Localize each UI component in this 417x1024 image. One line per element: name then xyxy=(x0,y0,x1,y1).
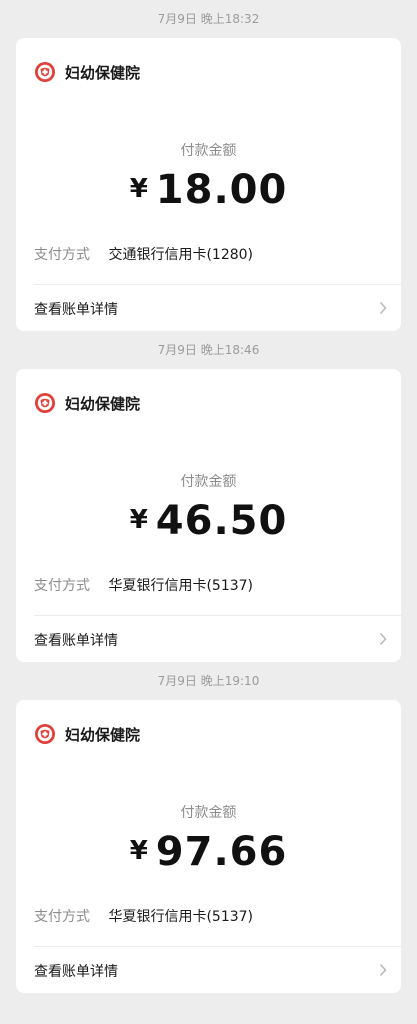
merchant-name: 妇幼保健院 xyxy=(65,725,141,744)
view-bill-details-link[interactable]: 查看账单详情 xyxy=(16,947,401,993)
payment-method-value: 华夏银行信用卡(5137) xyxy=(108,578,254,594)
amount-value: 46.50 xyxy=(155,498,288,544)
chevron-right-icon xyxy=(379,963,387,977)
merchant-name: 妇幼保健院 xyxy=(65,63,141,82)
payment-method-row: 支付方式 交通银行信用卡(1280) xyxy=(34,244,253,264)
hospital-logo-icon xyxy=(35,724,55,744)
hospital-logo-icon xyxy=(35,393,55,413)
payment-method-value: 交通银行信用卡(1280) xyxy=(108,247,254,263)
chevron-right-icon xyxy=(379,632,387,646)
amount-value: 97.66 xyxy=(155,829,288,875)
payment-method-value: 华夏银行信用卡(5137) xyxy=(108,909,254,925)
amount-label: 付款金额 xyxy=(180,474,237,490)
payment-method-row: 支付方式 华夏银行信用卡(5137) xyxy=(34,575,253,595)
payment-method-label: 支付方式 xyxy=(34,909,90,925)
view-bill-details-label: 查看账单详情 xyxy=(34,633,118,649)
merchant-header: 妇幼保健院 xyxy=(34,61,140,83)
currency-symbol: ¥ xyxy=(129,836,148,866)
message-timestamp: 7月9日 晚上19:10 xyxy=(157,674,260,688)
merchant-header: 妇幼保健院 xyxy=(34,392,140,414)
view-bill-details-link[interactable]: 查看账单详情 xyxy=(16,616,401,662)
amount-label: 付款金额 xyxy=(180,805,237,821)
amount-value: 18.00 xyxy=(155,167,288,213)
message-timestamp: 7月9日 晚上18:46 xyxy=(157,343,260,357)
merchant-header: 妇幼保健院 xyxy=(34,723,140,745)
view-bill-details-link[interactable]: 查看账单详情 xyxy=(16,285,401,331)
payment-method-label: 支付方式 xyxy=(34,578,90,594)
view-bill-details-label: 查看账单详情 xyxy=(34,964,118,980)
payment-amount: ¥18.00 xyxy=(16,167,401,213)
payment-amount: ¥46.50 xyxy=(16,498,401,544)
payment-card[interactable]: 妇幼保健院 付款金额 ¥46.50 支付方式 华夏银行信用卡(5137) 查看账… xyxy=(16,369,401,662)
currency-symbol: ¥ xyxy=(129,505,148,535)
message-timestamp: 7月9日 晚上18:32 xyxy=(157,12,260,26)
payment-card[interactable]: 妇幼保健院 付款金额 ¥18.00 支付方式 交通银行信用卡(1280) 查看账… xyxy=(16,38,401,331)
currency-symbol: ¥ xyxy=(129,174,148,204)
amount-label: 付款金额 xyxy=(180,143,237,159)
payment-notification-feed: 7月9日 晚上18:32 妇幼保健院 付款金额 ¥18.00 支付方式 交通银行… xyxy=(0,0,417,993)
payment-card[interactable]: 妇幼保健院 付款金额 ¥97.66 支付方式 华夏银行信用卡(5137) 查看账… xyxy=(16,700,401,993)
merchant-name: 妇幼保健院 xyxy=(65,394,141,413)
chevron-right-icon xyxy=(379,301,387,315)
payment-method-label: 支付方式 xyxy=(34,247,90,263)
view-bill-details-label: 查看账单详情 xyxy=(34,302,118,318)
payment-method-row: 支付方式 华夏银行信用卡(5137) xyxy=(34,906,253,926)
hospital-logo-icon xyxy=(35,62,55,82)
payment-amount: ¥97.66 xyxy=(16,829,401,875)
